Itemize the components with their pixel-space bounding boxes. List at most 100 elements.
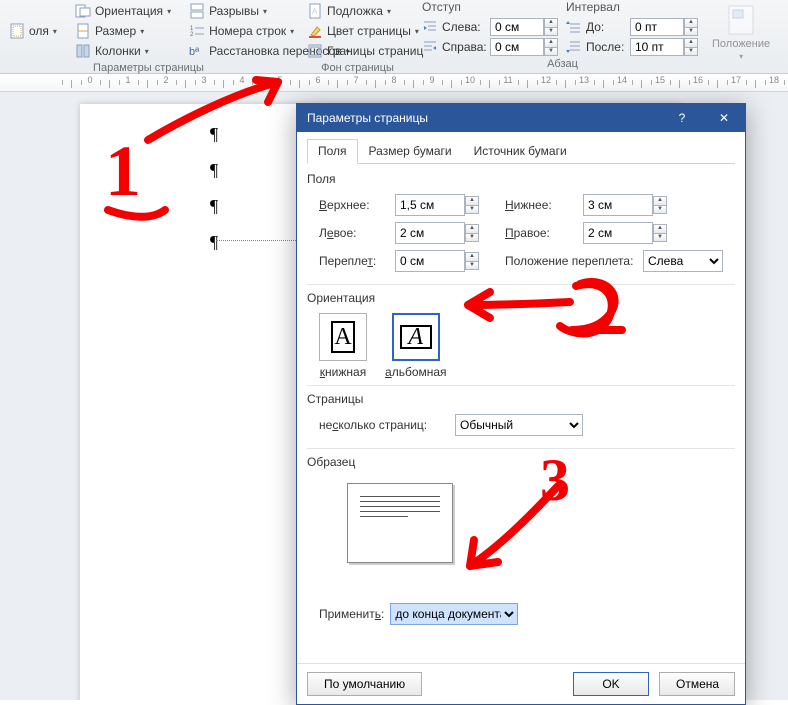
spacing-before-label: До:: [586, 20, 626, 34]
margins-button[interactable]: оля ▾: [4, 22, 62, 40]
preview-thumbnail: [347, 483, 453, 563]
orientation-label: Ориентация: [95, 4, 163, 18]
gutter-input[interactable]: [395, 250, 465, 272]
line-numbers-label: Номера строк: [209, 24, 286, 38]
left-margin-input[interactable]: [395, 222, 465, 244]
margins-section-title: Поля: [307, 172, 735, 186]
chevron-down-icon: ▾: [145, 47, 149, 56]
dialog-titlebar[interactable]: Параметры страницы ? ✕: [297, 104, 745, 132]
tab-margins[interactable]: Поля: [307, 139, 358, 164]
spacing-after-icon: [566, 39, 582, 55]
chevron-down-icon: ▾: [263, 7, 267, 16]
indent-right-icon: [422, 39, 438, 55]
top-margin-input[interactable]: [395, 194, 465, 216]
indent-left-label: Слева:: [442, 20, 486, 34]
chevron-down-icon: ▾: [739, 52, 743, 61]
spacing-before-spinner[interactable]: ▲▼: [630, 18, 698, 36]
chevron-down-icon: ▾: [387, 7, 391, 16]
indent-left-spinner[interactable]: ▲▼: [490, 18, 558, 36]
multiple-pages-label: несколько страниц:: [319, 418, 449, 432]
portrait-label: книжная: [320, 365, 366, 379]
pilcrow-mark: ¶: [210, 232, 218, 253]
close-icon: ✕: [719, 111, 729, 125]
left-margin-spinner[interactable]: ▲▼: [395, 222, 479, 244]
left-margin-label: Левое:: [319, 226, 389, 240]
top-margin-spinner[interactable]: ▲▼: [395, 194, 479, 216]
spacing-after-input[interactable]: [630, 38, 684, 56]
page-borders-label: Границы страниц: [327, 44, 423, 58]
page-color-icon: [307, 23, 323, 39]
ribbon: оля ▾ Ориентация ▾ Размер ▾: [0, 0, 788, 74]
pilcrow-mark: ¶: [210, 124, 218, 145]
orientation-portrait[interactable]: A книжная: [319, 313, 367, 379]
tab-paper-size[interactable]: Размер бумаги: [358, 139, 463, 164]
cancel-button[interactable]: Отмена: [659, 672, 735, 696]
right-margin-label: Правое:: [505, 226, 577, 240]
breaks-label: Разрывы: [209, 4, 259, 18]
default-button[interactable]: По умолчанию: [307, 672, 422, 696]
bottom-margin-input[interactable]: [583, 194, 653, 216]
chevron-down-icon: ▾: [140, 27, 144, 36]
ok-button[interactable]: OK: [573, 672, 649, 696]
spacing-after-label: После:: [586, 40, 626, 54]
dialog-title: Параметры страницы: [307, 111, 428, 125]
watermark-button[interactable]: A Подложка ▾: [302, 2, 428, 20]
line-numbers-icon: 12: [189, 23, 205, 39]
landscape-label: альбомная: [385, 365, 447, 379]
ruler[interactable]: 0123456789101112131415161718: [0, 74, 788, 92]
indent-left-icon: [422, 19, 438, 35]
position-icon: [725, 4, 757, 36]
orientation-section-title: Ориентация: [307, 291, 735, 305]
help-button[interactable]: ?: [661, 104, 703, 132]
size-icon: [75, 23, 91, 39]
size-label: Размер: [95, 24, 136, 38]
preview-section-title: Образец: [307, 455, 735, 469]
svg-text:A: A: [312, 7, 318, 16]
page-setup-dialog: Параметры страницы ? ✕ Поля Размер бумаг…: [296, 103, 746, 705]
spacing-after-spinner[interactable]: ▲▼: [630, 38, 698, 56]
breaks-icon: [189, 3, 205, 19]
page-borders-icon: [307, 43, 323, 59]
right-margin-input[interactable]: [583, 222, 653, 244]
indent-right-spinner[interactable]: ▲▼: [490, 38, 558, 56]
orientation-landscape[interactable]: A альбомная: [385, 313, 447, 379]
tab-paper-source[interactable]: Источник бумаги: [463, 139, 578, 164]
svg-text:bª: bª: [189, 46, 200, 58]
page-color-label: Цвет страницы: [327, 24, 411, 38]
columns-icon: [75, 43, 91, 59]
portrait-icon: A: [331, 321, 355, 353]
position-label: Положение: [712, 38, 770, 50]
margins-label: оля: [29, 24, 49, 38]
page-color-button[interactable]: Цвет страницы ▾: [302, 22, 428, 40]
spacing-before-input[interactable]: [630, 18, 684, 36]
watermark-icon: A: [307, 3, 323, 19]
pages-section-title: Страницы: [307, 392, 735, 406]
chevron-down-icon: ▾: [290, 27, 294, 36]
landscape-icon: A: [400, 325, 432, 349]
apply-label: Применить:: [319, 607, 384, 621]
orientation-button[interactable]: Ориентация ▾: [70, 2, 176, 20]
margins-icon: [9, 23, 25, 39]
size-button[interactable]: Размер ▾: [70, 22, 176, 40]
indent-right-input[interactable]: [490, 38, 544, 56]
watermark-label: Подложка: [327, 4, 383, 18]
multiple-pages-select[interactable]: Обычный: [455, 414, 583, 436]
columns-button[interactable]: Колонки ▾: [70, 42, 176, 60]
gutter-pos-select[interactable]: Слева: [643, 250, 723, 272]
spacing-label: Интервал: [566, 0, 698, 16]
page-borders-button[interactable]: Границы страниц: [302, 42, 428, 60]
orientation-icon: [75, 3, 91, 19]
apply-to-select[interactable]: до конца документа: [390, 603, 518, 625]
bottom-margin-spinner[interactable]: ▲▼: [583, 194, 667, 216]
gutter-label: Переплет:: [319, 254, 389, 268]
indent-left-input[interactable]: [490, 18, 544, 36]
gutter-pos-label: Положение переплета:: [505, 254, 637, 268]
dialog-tabs: Поля Размер бумаги Источник бумаги: [307, 138, 735, 164]
svg-text:2: 2: [190, 32, 194, 38]
spacing-before-icon: [566, 19, 582, 35]
pilcrow-mark: ¶: [210, 196, 218, 217]
close-button[interactable]: ✕: [703, 104, 745, 132]
right-margin-spinner[interactable]: ▲▼: [583, 222, 667, 244]
gutter-spinner[interactable]: ▲▼: [395, 250, 479, 272]
pilcrow-mark: ¶: [210, 160, 218, 181]
